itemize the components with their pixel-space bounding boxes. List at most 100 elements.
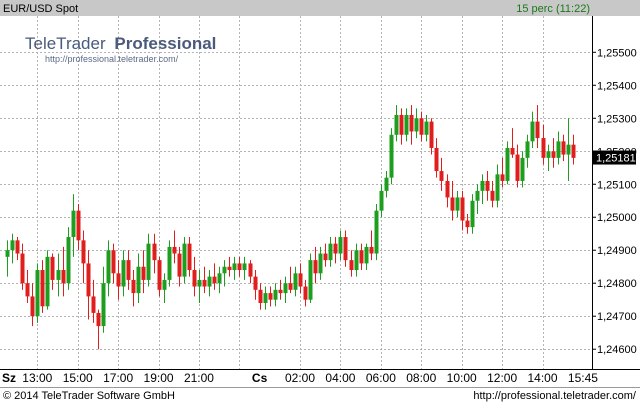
price-tick-label: 1,25100: [597, 179, 637, 191]
footer-copyright: © 2014 TeleTrader Software GmbH: [3, 390, 175, 402]
time-tick-label: 12:00: [487, 371, 517, 385]
candle-body: [106, 250, 111, 284]
time-tick-label: 14:00: [528, 371, 558, 385]
candle-body: [40, 270, 45, 307]
price-tick-label: 1,25300: [597, 113, 637, 125]
candle-body: [202, 279, 207, 287]
candle-body: [253, 276, 258, 290]
candle: [389, 128, 394, 185]
candlestick-chart[interactable]: EUR/USD Spot 15 perc (11:22) TeleTrader …: [0, 0, 640, 403]
candle-body: [50, 256, 55, 280]
price-tick-label: 1,25500: [597, 47, 637, 59]
candle-body: [126, 260, 131, 280]
candle-body: [343, 237, 348, 261]
last-price-label: 1,25181: [596, 153, 636, 165]
candle-body: [500, 174, 505, 181]
candle-body: [561, 141, 566, 155]
candle-body: [263, 293, 268, 304]
candle-body: [515, 154, 520, 181]
candle-body: [116, 273, 121, 287]
candle-body: [162, 279, 167, 290]
time-tick-label: 15:00: [63, 371, 93, 385]
candle-body: [227, 266, 232, 271]
candle-body: [323, 253, 328, 261]
watermark-brand-light: TeleTrader: [25, 34, 106, 53]
chart-window: EUR/USD Spot 15 perc (11:22) TeleTrader …: [0, 0, 640, 403]
candle-body: [217, 273, 222, 284]
candle-body: [177, 253, 182, 277]
symbol-title: EUR/USD Spot: [3, 3, 78, 15]
candle: [167, 240, 172, 287]
svg-text:TeleTrader Professiona: TeleTrader Professional: [25, 34, 216, 53]
candle-body: [303, 286, 308, 300]
candle-body: [248, 263, 253, 277]
time-tick-label: 02:00: [285, 371, 315, 385]
candle-body: [510, 147, 515, 155]
candle-body: [470, 200, 475, 228]
candle-body: [429, 121, 434, 148]
candle-body: [525, 141, 530, 158]
candle-body: [409, 114, 414, 132]
candle-body: [450, 197, 455, 211]
price-tick-label: 1,24600: [597, 344, 637, 356]
candle-body: [414, 118, 419, 132]
candle-body: [535, 121, 540, 139]
interval-label: 15 perc (11:22): [516, 3, 590, 15]
candle-body: [541, 138, 546, 158]
candle-body: [10, 240, 15, 251]
candle-body: [313, 260, 318, 274]
candle-body: [131, 279, 136, 294]
candle-body: [152, 243, 157, 261]
candle-body: [475, 190, 480, 201]
candle-body: [45, 256, 50, 307]
candle-body: [399, 114, 404, 135]
candle-body: [187, 243, 192, 271]
candle-body: [15, 240, 20, 254]
candle-body: [192, 270, 197, 287]
candle-body: [101, 283, 106, 327]
candle-body: [566, 144, 571, 155]
candle-body: [308, 260, 313, 300]
time-tick-label: 04:00: [325, 371, 355, 385]
candle-body: [283, 283, 288, 294]
candle-body: [172, 246, 177, 254]
candle-body: [384, 177, 389, 191]
candle-body: [81, 240, 86, 264]
candle-body: [56, 270, 61, 280]
candle-body: [333, 243, 338, 254]
candle: [182, 237, 187, 284]
candle-body: [66, 237, 71, 284]
candle-body: [222, 266, 227, 274]
candle-body: [268, 293, 273, 300]
candle-body: [480, 180, 485, 191]
candle-body: [465, 220, 470, 228]
candle-body: [232, 263, 237, 271]
price-tick-label: 1,25000: [597, 212, 637, 224]
candle-body: [359, 250, 364, 264]
candle-body: [61, 270, 66, 284]
candle-body: [485, 180, 490, 191]
day-separator-label: Cs: [252, 371, 268, 385]
watermark-url: http://professional.teletrader.com/: [45, 54, 179, 64]
candle-body: [167, 246, 172, 280]
candle-body: [121, 260, 126, 287]
watermark-brand-bold: Professional: [114, 34, 216, 53]
candle-body: [71, 210, 76, 238]
candle-body: [328, 243, 333, 261]
candle-body: [369, 246, 374, 254]
candle-body: [505, 147, 510, 181]
candle-body: [86, 263, 91, 297]
time-tick-label: 10:00: [447, 371, 477, 385]
candle-body: [530, 121, 535, 142]
time-tick-label: 21:00: [184, 371, 214, 385]
candle-body: [394, 114, 399, 135]
candle-body: [349, 260, 354, 271]
price-tick-label: 1,24700: [597, 311, 637, 323]
time-tick-label: 08:00: [406, 371, 436, 385]
candle-body: [197, 279, 202, 287]
candle-body: [20, 253, 25, 284]
candle-body: [76, 210, 81, 241]
candle-body: [136, 266, 141, 294]
candle-body: [278, 289, 283, 294]
candle-body: [338, 237, 343, 254]
